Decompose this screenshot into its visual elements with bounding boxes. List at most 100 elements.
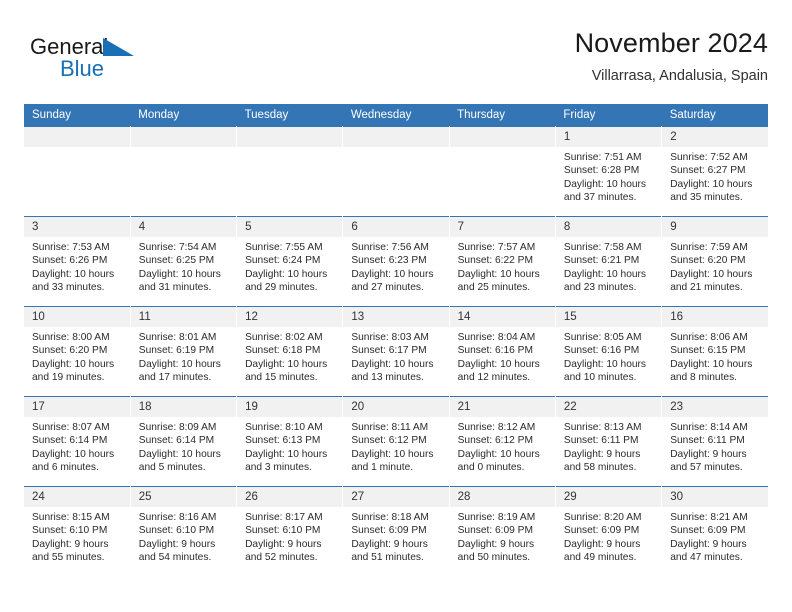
day-cell-28[interactable]: 28 Sunrise: 8:19 AM Sunset: 6:09 PM Dayligh… — [449, 486, 556, 576]
day-cell-23[interactable]: 23 Sunrise: 8:14 AM Sunset: 6:11 PM Dayligh… — [661, 396, 768, 487]
day-cell-7[interactable]: 7 Sunrise: 7:57 AM Sunset: 6:22 PM Daylight… — [449, 216, 556, 307]
sunset-text: Sunset: 6:25 PM — [138, 255, 215, 267]
day-info: Sunrise: 8:17 AM Sunset: 6:10 PM Daylight:… — [237, 507, 342, 565]
sunset-text: Sunset: 6:15 PM — [670, 345, 746, 357]
calendar-week-row: 3 Sunrise: 7:53 AM Sunset: 6:26 PM Daylight… — [24, 216, 768, 307]
day-cell-2[interactable]: 2 Sunrise: 7:52 AM Sunset: 6:27 PM Daylight… — [661, 126, 768, 217]
day-cell-13[interactable]: 13 Sunrise: 8:03 AM Sunset: 6:17 PM Dayligh… — [342, 306, 450, 397]
sunrise-text: Sunrise: 7:54 AM — [138, 242, 217, 253]
sunset-text: Sunset: 6:16 PM — [457, 345, 533, 357]
day-number: 18 — [130, 397, 237, 417]
day-cell-24[interactable]: 24 Sunrise: 8:15 AM Sunset: 6:10 PM Dayligh… — [24, 486, 131, 576]
sunrise-text: Sunrise: 8:19 AM — [457, 512, 536, 523]
day-number: 26 — [237, 487, 343, 507]
day-number: 11 — [130, 307, 237, 327]
day-number: 10 — [24, 307, 130, 327]
weekday-row: Sunday Monday Tuesday Wednesday Thursday Frid… — [24, 104, 768, 127]
sunrise-text: Sunrise: 8:14 AM — [670, 422, 748, 433]
day-info: Sunrise: 8:01 AM Sunset: 6:19 PM Daylight:… — [131, 327, 236, 385]
sunset-text: Sunset: 6:21 PM — [563, 255, 640, 267]
sunrise-text: Sunrise: 8:07 AM — [32, 422, 110, 433]
daylight-text: Daylight: 9 hours and 47 minutes. — [670, 538, 747, 564]
day-number: 9 — [662, 217, 768, 237]
day-number: 5 — [237, 217, 343, 237]
daylight-text: Daylight: 10 hours and 27 minutes. — [351, 268, 434, 294]
day-info: Sunrise: 8:06 AM Sunset: 6:15 PM Daylight:… — [662, 327, 768, 385]
day-number: 27 — [343, 487, 449, 507]
day-cell-20[interactable]: 20 Sunrise: 8:11 AM Sunset: 6:12 PM Dayligh… — [342, 396, 450, 487]
day-cell-14[interactable]: 14 Sunrise: 8:04 AM Sunset: 6:16 PM Dayligh… — [449, 306, 556, 397]
day-info: Sunrise: 7:57 AM Sunset: 6:22 PM Daylight:… — [450, 237, 555, 295]
day-cell-27[interactable]: 27 Sunrise: 8:18 AM Sunset: 6:09 PM Dayligh… — [342, 486, 450, 576]
day-info: Sunrise: 8:18 AM Sunset: 6:09 PM Daylight:… — [343, 507, 448, 565]
day-cell-5[interactable]: 5 Sunrise: 7:55 AM Sunset: 6:24 PM Daylight… — [236, 216, 344, 307]
day-cell-4[interactable]: 4 Sunrise: 7:54 AM Sunset: 6:25 PM Daylight… — [130, 216, 238, 307]
day-number: 28 — [449, 487, 555, 507]
sunset-text: Sunset: 6:20 PM — [670, 255, 746, 267]
day-number: 6 — [343, 217, 449, 237]
daylight-text: Daylight: 9 hours and 51 minutes. — [351, 538, 428, 564]
day-number: 4 — [130, 217, 237, 237]
day-cell-16[interactable]: 16 Sunrise: 8:06 AM Sunset: 6:15 PM Dayligh… — [661, 306, 768, 397]
sunset-text: Sunset: 6:09 PM — [457, 525, 533, 537]
day-cell-empty — [130, 126, 238, 217]
day-cell-empty — [236, 126, 344, 217]
sunset-text: Sunset: 6:26 PM — [32, 255, 108, 267]
sunrise-text: Sunrise: 8:16 AM — [138, 512, 217, 523]
sunrise-text: Sunrise: 8:02 AM — [245, 332, 323, 343]
calendar-week-row: 10 Sunrise: 8:00 AM Sunset: 6:20 PM Dayligh… — [24, 306, 768, 397]
sunset-text: Sunset: 6:11 PM — [670, 435, 745, 447]
calendar-body: 1 Sunrise: 7:51 AM Sunset: 6:28 PM Daylight… — [24, 126, 768, 576]
sunrise-text: Sunrise: 8:09 AM — [138, 422, 217, 433]
day-cell-3[interactable]: 3 Sunrise: 7:53 AM Sunset: 6:26 PM Daylight… — [24, 216, 131, 307]
logo-icon: General Blue — [30, 34, 134, 81]
day-cell-empty — [24, 126, 131, 217]
day-info: Sunrise: 8:13 AM Sunset: 6:11 PM Daylight:… — [556, 417, 661, 475]
day-number: 19 — [237, 397, 343, 417]
day-number: 25 — [130, 487, 237, 507]
day-cell-30[interactable]: 30 Sunrise: 8:21 AM Sunset: 6:09 PM Dayligh… — [661, 486, 768, 576]
day-cell-19[interactable]: 19 Sunrise: 8:10 AM Sunset: 6:13 PM Dayligh… — [236, 396, 344, 487]
daylight-text: Daylight: 10 hours and 15 minutes. — [245, 358, 328, 384]
daylight-text: Daylight: 9 hours and 50 minutes. — [457, 538, 535, 564]
weekday-header-friday: Friday — [555, 104, 662, 127]
daylight-text: Daylight: 10 hours and 37 minutes. — [563, 178, 647, 204]
daylight-text: Daylight: 10 hours and 1 minute. — [351, 448, 434, 474]
day-info: Sunrise: 7:59 AM Sunset: 6:20 PM Daylight:… — [662, 237, 768, 295]
sunrise-text: Sunrise: 7:58 AM — [563, 242, 642, 253]
daylight-text: Daylight: 9 hours and 52 minutes. — [245, 538, 322, 564]
sunset-text: Sunset: 6:12 PM — [457, 435, 533, 447]
day-cell-29[interactable]: 29 Sunrise: 8:20 AM Sunset: 6:09 PM Dayligh… — [555, 486, 663, 576]
day-cell-1[interactable]: 1 Sunrise: 7:51 AM Sunset: 6:28 PM Daylight… — [555, 126, 663, 217]
calendar-header-row: Sunday Monday Tuesday Wednesday Thursday Frid… — [24, 104, 768, 127]
svg-text:Blue: Blue — [60, 56, 104, 81]
day-cell-26[interactable]: 26 Sunrise: 8:17 AM Sunset: 6:10 PM Dayligh… — [236, 486, 344, 576]
day-cell-6[interactable]: 6 Sunrise: 7:56 AM Sunset: 6:23 PM Daylight… — [342, 216, 450, 307]
calendar-page: General Blue November 2024 Villarrasa, A… — [0, 0, 792, 612]
day-cell-9[interactable]: 9 Sunrise: 7:59 AM Sunset: 6:20 PM Daylight… — [661, 216, 768, 307]
day-info: Sunrise: 7:55 AM Sunset: 6:24 PM Daylight:… — [237, 237, 342, 295]
day-cell-12[interactable]: 12 Sunrise: 8:02 AM Sunset: 6:18 PM Dayligh… — [236, 306, 344, 397]
day-cell-15[interactable]: 15 Sunrise: 8:05 AM Sunset: 6:16 PM Dayligh… — [555, 306, 663, 397]
sunset-text: Sunset: 6:12 PM — [351, 435, 427, 447]
day-cell-11[interactable]: 11 Sunrise: 8:01 AM Sunset: 6:19 PM Dayligh… — [130, 306, 238, 397]
day-info: Sunrise: 8:21 AM Sunset: 6:09 PM Daylight:… — [662, 507, 768, 565]
day-cell-18[interactable]: 18 Sunrise: 8:09 AM Sunset: 6:14 PM Dayligh… — [130, 396, 238, 487]
day-cell-22[interactable]: 22 Sunrise: 8:13 AM Sunset: 6:11 PM Dayligh… — [555, 396, 663, 487]
day-number: 22 — [555, 397, 662, 417]
page-title: November 2024 — [574, 28, 768, 58]
daylight-text: Daylight: 9 hours and 58 minutes. — [563, 448, 641, 474]
sunrise-text: Sunrise: 7:56 AM — [351, 242, 429, 253]
general-blue-logo[interactable]: General Blue — [30, 32, 230, 88]
daylight-text: Daylight: 10 hours and 35 minutes. — [670, 178, 753, 204]
day-cell-25[interactable]: 25 Sunrise: 8:16 AM Sunset: 6:10 PM Dayligh… — [130, 486, 238, 576]
day-cell-21[interactable]: 21 Sunrise: 8:12 AM Sunset: 6:12 PM Dayligh… — [449, 396, 556, 487]
day-cell-10[interactable]: 10 Sunrise: 8:00 AM Sunset: 6:20 PM Dayligh… — [24, 306, 131, 397]
day-cell-17[interactable]: 17 Sunrise: 8:07 AM Sunset: 6:14 PM Dayligh… — [24, 396, 131, 487]
day-info: Sunrise: 8:11 AM Sunset: 6:12 PM Daylight:… — [343, 417, 448, 475]
daylight-text: Daylight: 10 hours and 13 minutes. — [351, 358, 434, 384]
daylight-text: Daylight: 10 hours and 33 minutes. — [32, 268, 115, 294]
sunrise-text: Sunrise: 8:10 AM — [245, 422, 323, 433]
sunset-text: Sunset: 6:22 PM — [457, 255, 533, 267]
day-cell-8[interactable]: 8 Sunrise: 7:58 AM Sunset: 6:21 PM Daylight… — [555, 216, 663, 307]
